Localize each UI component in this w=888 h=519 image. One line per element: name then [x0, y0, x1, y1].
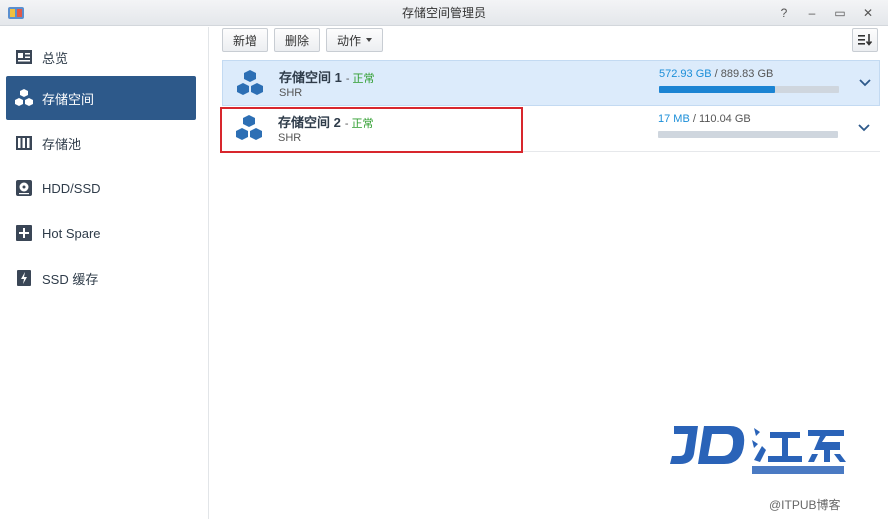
volume-type: SHR [278, 132, 302, 144]
storage-pool-icon [14, 133, 34, 153]
toolbar: 新增 删除 动作 [222, 28, 384, 52]
sidebar-item-label: 存储池 [42, 136, 82, 152]
new-button[interactable]: 新增 [222, 28, 269, 52]
volume-name: 存储空间 2- 正常 [278, 115, 374, 130]
jd-watermark-logo [670, 426, 846, 474]
overview-icon [14, 47, 34, 67]
sort-button[interactable] [852, 28, 878, 52]
status-badge: 正常 [352, 73, 375, 85]
usage-bar-fill [659, 86, 775, 93]
help-button[interactable]: ? [770, 0, 798, 26]
action-label: 动作 [337, 33, 362, 48]
volume-type: SHR [279, 87, 303, 99]
usage-text: 17 MB / 110.04 GB [658, 113, 751, 125]
cubes-icon [237, 70, 263, 95]
hdd-icon [14, 178, 34, 198]
status-badge: 正常 [351, 118, 374, 130]
caret-down-icon [366, 38, 373, 42]
window-title: 存储空间管理员 [401, 6, 486, 20]
delete-button[interactable]: 删除 [274, 28, 321, 52]
cubes-icon [236, 115, 262, 140]
chevron-down-icon[interactable] [856, 120, 872, 136]
minimize-button[interactable]: – [798, 0, 826, 26]
sidebar-item-hot-spare[interactable]: Hot Spare [6, 211, 196, 255]
window-titlebar: 存储空间管理员 ? – ▭ ✕ [0, 0, 888, 26]
watermark-text: @ITPUB博客 [769, 498, 841, 512]
cubes-icon [14, 88, 34, 108]
volume-name: 存储空间 1- 正常 [279, 70, 375, 85]
action-dropdown[interactable]: 动作 [326, 28, 384, 52]
chevron-down-icon[interactable] [857, 75, 873, 91]
usage-text: 572.93 GB / 889.83 GB [659, 68, 774, 80]
ssd-cache-icon [14, 268, 34, 288]
volume-row[interactable]: 存储空间 1- 正常 SHR 572.93 GB / 889.83 GB [222, 60, 880, 106]
sidebar-item-volume[interactable]: 存储空间 [6, 76, 196, 120]
usage-bar [658, 131, 838, 138]
sidebar: 总览 存储空间 存储池 HDD/SSD Hot Spare SSD 缓存 [0, 27, 209, 519]
close-button[interactable]: ✕ [854, 0, 882, 26]
sidebar-item-label: 存储空间 [42, 91, 95, 107]
sidebar-item-label: HDD/SSD [42, 180, 101, 196]
sidebar-item-label: SSD 缓存 [42, 271, 99, 287]
sidebar-item-storage-pool[interactable]: 存储池 [6, 121, 196, 165]
sidebar-item-ssd-cache[interactable]: SSD 缓存 [6, 256, 196, 300]
volume-row[interactable]: 存储空间 2- 正常 SHR 17 MB / 110.04 GB [222, 106, 880, 152]
sort-icon [858, 34, 873, 46]
sidebar-item-overview[interactable]: 总览 [6, 35, 196, 79]
sidebar-item-hdd-ssd[interactable]: HDD/SSD [6, 166, 196, 210]
sidebar-item-label: 总览 [42, 50, 69, 66]
hot-spare-icon [14, 223, 34, 243]
maximize-button[interactable]: ▭ [826, 0, 854, 26]
usage-bar [659, 86, 839, 93]
sidebar-item-label: Hot Spare [42, 225, 101, 241]
